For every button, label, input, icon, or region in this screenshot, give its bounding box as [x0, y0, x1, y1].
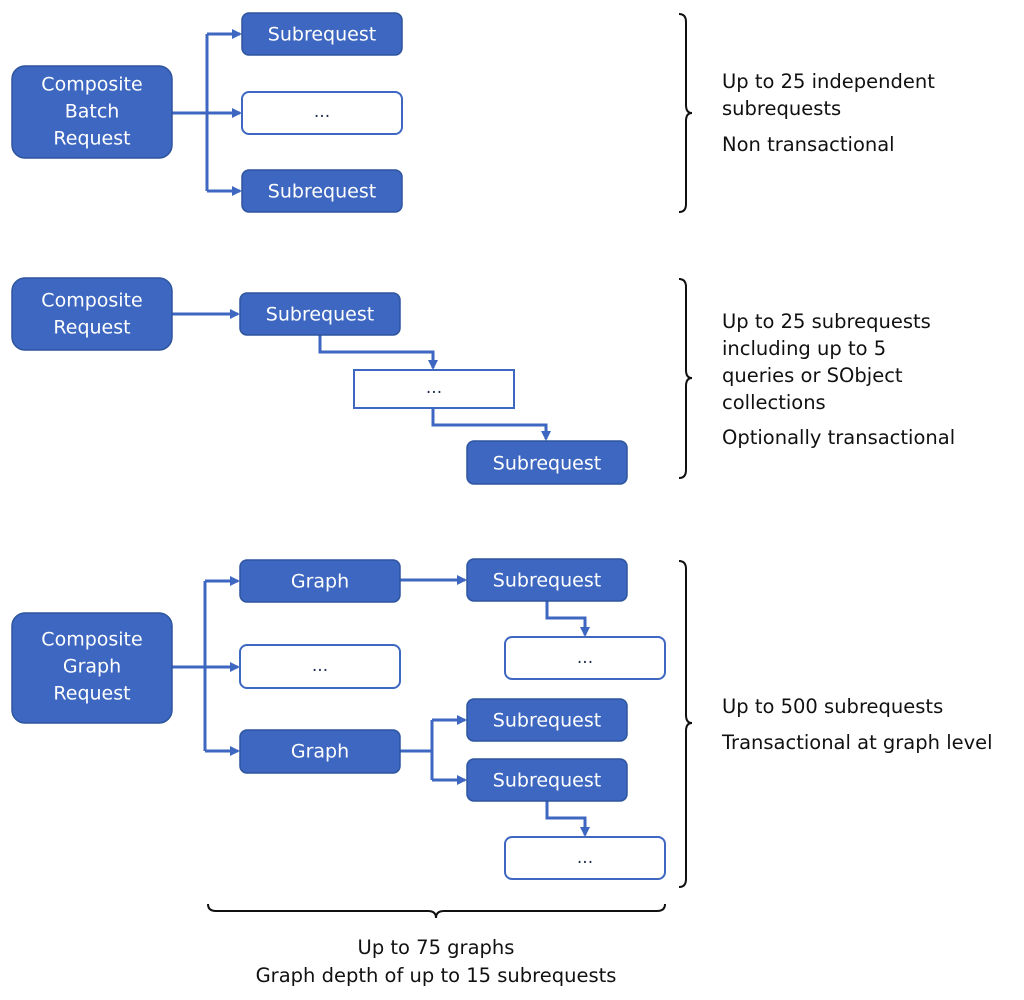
- connector-arrow: [431, 408, 551, 441]
- batch-section: Composite Batch Request Subrequest ... S…: [11, 12, 935, 213]
- note-text: Up to 500 subrequests: [722, 695, 943, 718]
- box-label: Request: [53, 683, 130, 705]
- box-label: Subrequest: [266, 304, 374, 326]
- box-label: ...: [314, 102, 330, 122]
- connector-arrow: [318, 335, 438, 370]
- right-bracket: [678, 560, 693, 888]
- box-label: Subrequest: [268, 24, 376, 46]
- box-label: Subrequest: [268, 181, 376, 203]
- connector-trunk: [400, 720, 434, 780]
- box-label: Request: [53, 317, 130, 339]
- note-text: Optionally transactional: [722, 426, 955, 449]
- box-label: ...: [426, 378, 442, 398]
- box-label: Graph: [291, 741, 349, 763]
- box-label: Subrequest: [493, 453, 601, 475]
- box-label: Subrequest: [493, 710, 601, 732]
- note-text: Non transactional: [722, 133, 895, 156]
- note-text: Up to 25 independent: [722, 70, 935, 93]
- right-bracket: [678, 278, 693, 479]
- note-text: collections: [722, 391, 826, 414]
- note-text: queries or SObject: [722, 364, 903, 387]
- box-label: Composite: [41, 290, 142, 312]
- box-label: Composite: [41, 74, 142, 96]
- composite-section: Composite Request Subrequest ... Subrequ…: [11, 277, 955, 485]
- connector-arrow: [545, 601, 590, 637]
- note-text: including up to 5: [722, 337, 886, 360]
- note-text: subrequests: [722, 97, 841, 120]
- note-text: Transactional at graph level: [721, 731, 993, 754]
- box-label: ...: [577, 848, 593, 868]
- box-label: Graph: [291, 571, 349, 593]
- bottom-bracket: [207, 903, 666, 919]
- box-label: ...: [577, 648, 593, 668]
- note-text: Graph depth of up to 15 subrequests: [256, 964, 617, 987]
- box-label: Subrequest: [493, 570, 601, 592]
- box-label: Graph: [63, 656, 121, 678]
- composite-api-diagram: Composite Batch Request Subrequest ... S…: [11, 12, 993, 987]
- note-text: Up to 25 subrequests: [722, 310, 931, 333]
- right-bracket: [678, 13, 693, 213]
- box-label: ...: [312, 656, 328, 676]
- note-text: Up to 75 graphs: [358, 936, 515, 959]
- box-label: Composite: [41, 629, 142, 651]
- connector-arrow: [545, 801, 590, 837]
- box-label: Batch: [65, 101, 120, 123]
- box-label: Request: [53, 128, 130, 150]
- graph-section: Composite Graph Request Graph ... Graph …: [11, 558, 993, 987]
- box-label: Subrequest: [493, 770, 601, 792]
